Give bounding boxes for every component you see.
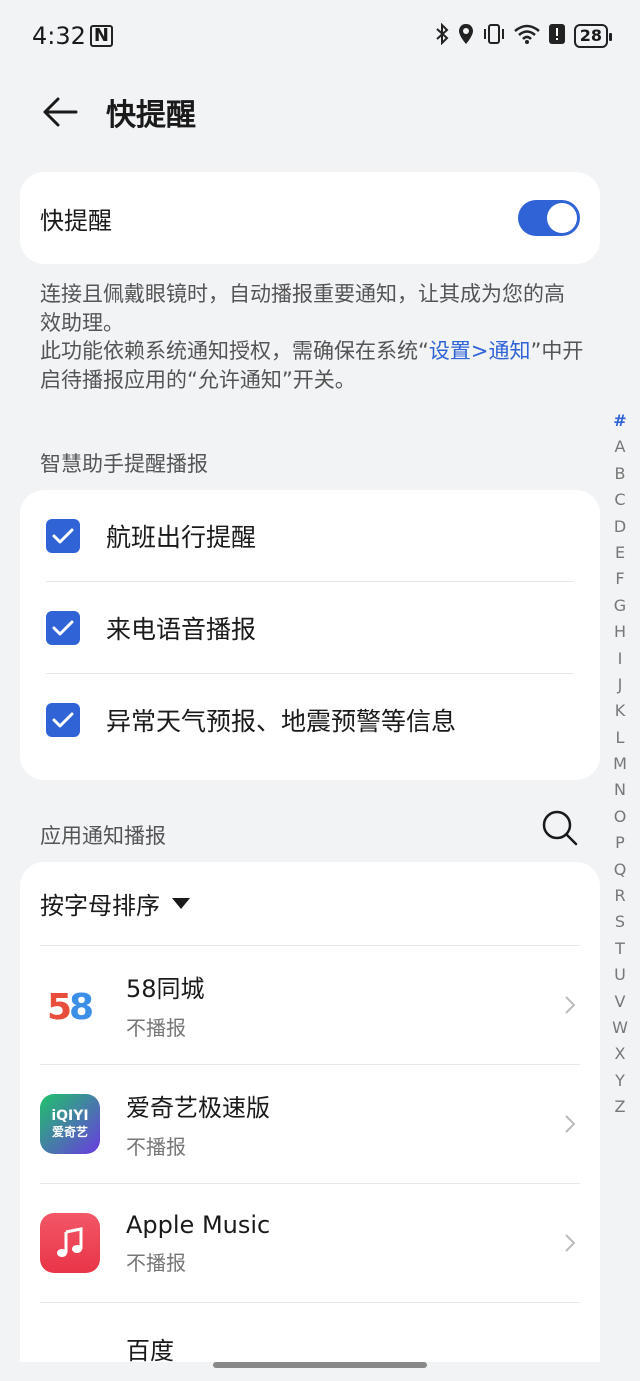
app-search-button[interactable] xyxy=(540,808,580,848)
chevron-right-icon xyxy=(565,996,576,1014)
app-name: 爱奇艺极速版 xyxy=(126,1094,270,1122)
index-letter[interactable]: H xyxy=(614,619,626,645)
caret-down-icon xyxy=(172,898,190,909)
index-letter[interactable]: T xyxy=(615,936,625,962)
app-status: 不播报 xyxy=(126,1250,186,1275)
app-row-baidu[interactable]: 百度 xyxy=(40,1303,580,1362)
app-row-apple-music[interactable]: Apple Music 不播报 xyxy=(40,1184,580,1303)
app-name: 58同城 xyxy=(126,975,205,1003)
assistant-options-card: 航班出行提醒 来电语音播报 异常天气预报、地震预警等信息 xyxy=(20,490,600,780)
checkbox-flight[interactable] xyxy=(46,518,80,553)
index-letter[interactable]: U xyxy=(614,962,626,988)
assistant-section-title: 智慧助手提醒播报 xyxy=(40,452,208,476)
index-letter[interactable]: K xyxy=(615,698,626,724)
nfc-icon: N xyxy=(89,25,113,47)
app-iqiyi-icon: iQIYI 爱奇艺 xyxy=(40,1094,100,1154)
sort-label: 按字母排序 xyxy=(40,892,160,920)
bluetooth-icon xyxy=(434,22,450,50)
app-name: 百度 xyxy=(126,1337,174,1362)
alert-icon xyxy=(548,23,566,50)
app-baidu-icon xyxy=(40,1331,100,1362)
index-letter[interactable]: F xyxy=(615,566,624,592)
vibrate-icon xyxy=(482,23,506,50)
index-letter[interactable]: C xyxy=(614,487,625,513)
index-letter[interactable]: W xyxy=(612,1015,628,1041)
settings-notification-link[interactable]: 设置>通知 xyxy=(429,339,531,363)
index-letter[interactable]: L xyxy=(616,725,625,751)
app-name: Apple Music xyxy=(126,1210,271,1239)
check-label-flight: 航班出行提醒 xyxy=(106,522,257,552)
status-bar: 4:32 N 28 xyxy=(0,0,640,72)
index-letter[interactable]: V xyxy=(615,989,626,1015)
app-row-iqiyi[interactable]: iQIYI 爱奇艺 爱奇艺极速版 不播报 xyxy=(40,1065,580,1184)
chevron-right-icon xyxy=(565,1234,576,1252)
index-letter[interactable]: A xyxy=(615,434,626,460)
checkbox-weather[interactable] xyxy=(46,703,80,737)
index-letter[interactable]: # xyxy=(613,408,626,434)
index-letter[interactable]: J xyxy=(618,672,623,698)
checkbox-call[interactable] xyxy=(46,610,80,645)
search-icon xyxy=(542,810,578,846)
check-row-weather[interactable]: 异常天气预报、地震预警等信息 xyxy=(46,674,574,766)
index-letter[interactable]: E xyxy=(615,540,625,566)
index-letter[interactable]: N xyxy=(614,777,626,803)
index-letter[interactable]: P xyxy=(615,830,625,856)
quick-reminder-label: 快提醒 xyxy=(40,206,112,235)
index-letter[interactable]: O xyxy=(614,804,627,830)
feature-description: 连接且佩戴眼镜时，自动播报重要通知，让其成为您的高效助理。 此功能依赖系统通知授… xyxy=(40,282,584,392)
home-indicator[interactable] xyxy=(213,1362,427,1368)
index-letter[interactable]: I xyxy=(618,646,623,672)
index-letter[interactable]: B xyxy=(615,461,626,487)
sort-dropdown[interactable]: 按字母排序 xyxy=(40,862,580,946)
quick-reminder-switch[interactable] xyxy=(518,200,580,236)
app-row-58[interactable]: 5 8 58同城 不播报 xyxy=(40,946,580,1065)
index-letter[interactable]: S xyxy=(615,909,625,935)
check-icon xyxy=(52,712,74,728)
index-letter[interactable]: Z xyxy=(615,1094,626,1120)
index-letter[interactable]: R xyxy=(614,883,625,909)
index-letter[interactable]: Q xyxy=(614,857,627,883)
index-letter[interactable]: G xyxy=(614,593,626,619)
apps-list-card: 按字母排序 5 8 58同城 不播报 iQIYI 爱奇艺 爱奇艺极速版 不播报 xyxy=(20,862,600,1362)
check-label-weather: 异常天气预报、地震预警等信息 xyxy=(106,707,457,736)
check-row-call[interactable]: 来电语音播报 xyxy=(46,582,574,674)
quick-reminder-toggle-card: 快提醒 xyxy=(20,172,600,264)
index-letter[interactable]: X xyxy=(615,1041,626,1067)
alphabet-index[interactable]: # A B C D E F G H I J K L M N O P Q R S T U V W X Y Z xyxy=(608,408,632,1121)
svg-text:8: 8 xyxy=(69,987,94,1025)
app-58-icon: 5 8 xyxy=(40,975,100,1035)
app-status: 不播报 xyxy=(126,1016,186,1040)
back-button[interactable] xyxy=(28,80,92,144)
check-label-call: 来电语音播报 xyxy=(106,614,257,644)
check-row-flight[interactable]: 航班出行提醒 xyxy=(46,490,574,582)
page-header: 快提醒 xyxy=(0,80,640,144)
index-letter[interactable]: D xyxy=(614,514,626,540)
status-time: 4:32 xyxy=(32,22,86,50)
wifi-icon xyxy=(513,24,540,49)
page-title: 快提醒 xyxy=(106,98,196,133)
index-letter[interactable]: M xyxy=(613,751,627,777)
back-arrow-icon xyxy=(43,97,78,127)
app-music-icon xyxy=(40,1213,100,1273)
index-letter[interactable]: Y xyxy=(615,1068,625,1094)
music-note-icon xyxy=(57,1227,83,1257)
chevron-right-icon xyxy=(565,1115,576,1133)
check-icon xyxy=(52,620,74,635)
apps-section-title: 应用通知播报 xyxy=(40,824,166,848)
location-icon xyxy=(458,23,474,50)
battery-indicator: 28 xyxy=(573,24,613,48)
check-icon xyxy=(52,528,74,543)
app-status: 不播报 xyxy=(126,1135,186,1159)
